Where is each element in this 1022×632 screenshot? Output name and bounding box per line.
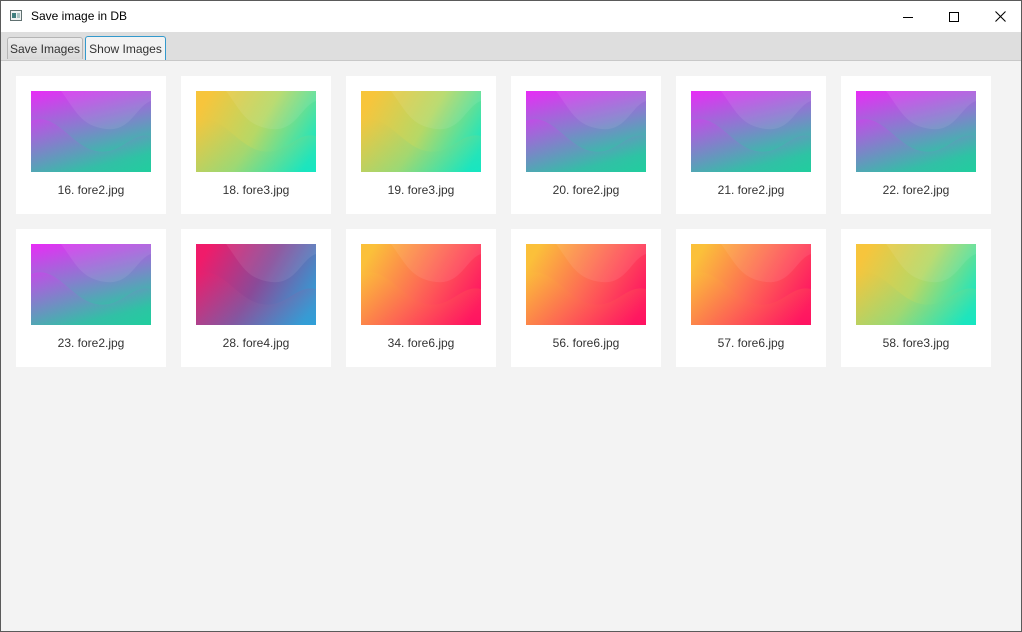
image-thumbnail [691,91,811,172]
image-thumbnail [31,244,151,325]
image-card[interactable]: 19. fore3.jpg [346,76,496,214]
tab-save-images[interactable]: Save Images [7,37,83,59]
title-bar[interactable]: Save image in DB [1,1,1021,32]
tab-show-images[interactable]: Show Images [85,36,166,60]
image-thumbnail [856,91,976,172]
image-card[interactable]: 16. fore2.jpg [16,76,166,214]
image-caption: 20. fore2.jpg [552,183,620,197]
image-thumbnail [526,91,646,172]
app-icon[interactable] [10,10,22,21]
image-thumbnail [691,244,811,325]
image-card[interactable]: 57. fore6.jpg [676,229,826,367]
image-caption: 18. fore3.jpg [222,183,290,197]
close-button[interactable] [977,1,1021,32]
image-caption: 34. fore6.jpg [387,336,455,350]
image-card[interactable]: 34. fore6.jpg [346,229,496,367]
close-icon [994,11,1006,22]
tab-bar: Save Images Show Images [1,32,1021,61]
image-card[interactable]: 22. fore2.jpg [841,76,991,214]
image-card[interactable]: 28. fore4.jpg [181,229,331,367]
image-thumbnail [526,244,646,325]
image-thumbnail [31,91,151,172]
image-caption: 23. fore2.jpg [57,336,125,350]
image-caption: 21. fore2.jpg [717,183,785,197]
image-card[interactable]: 20. fore2.jpg [511,76,661,214]
image-thumbnail [856,244,976,325]
minimize-button[interactable] [885,1,931,32]
image-caption: 57. fore6.jpg [717,336,785,350]
image-caption: 22. fore2.jpg [882,183,950,197]
image-card[interactable]: 23. fore2.jpg [16,229,166,367]
image-gallery: 16. fore2.jpg 18. fore3.jpg 19. fore3.jpg 2… [1,61,1021,631]
app-window: Save image in DB Save Images Show Images… [0,0,1022,632]
image-caption: 58. fore3.jpg [882,336,950,350]
image-thumbnail [361,244,481,325]
image-card[interactable]: 56. fore6.jpg [511,229,661,367]
image-card[interactable]: 58. fore3.jpg [841,229,991,367]
image-card[interactable]: 21. fore2.jpg [676,76,826,214]
minimize-icon [903,16,913,18]
maximize-icon [949,11,959,22]
image-thumbnail [196,244,316,325]
image-caption: 28. fore4.jpg [222,336,290,350]
image-caption: 16. fore2.jpg [57,183,125,197]
image-caption: 19. fore3.jpg [387,183,455,197]
window-title: Save image in DB [31,9,128,23]
image-thumbnail [196,91,316,172]
maximize-button[interactable] [931,1,977,32]
image-thumbnail [361,91,481,172]
image-card[interactable]: 18. fore3.jpg [181,76,331,214]
image-caption: 56. fore6.jpg [552,336,620,350]
